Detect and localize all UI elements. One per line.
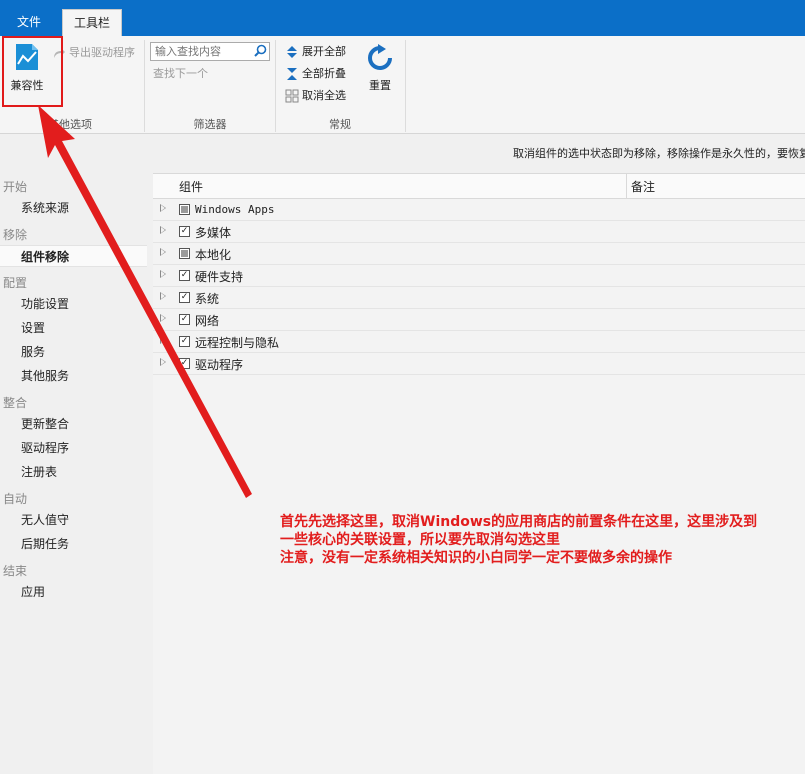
- group-label-other: 其他选项: [48, 118, 92, 131]
- expand-arrow-icon[interactable]: [160, 226, 166, 234]
- reset-label: 重置: [369, 79, 391, 92]
- table-row[interactable]: ✓ 远程控制与隐私: [153, 331, 805, 353]
- collapse-all-icon: [287, 68, 297, 80]
- tab-toolbar[interactable]: 工具栏: [62, 9, 122, 36]
- annotation-line: 注意，没有一定系统相关知识的小白同学一定不要做多余的操作: [280, 550, 672, 566]
- nav-item-update-integration[interactable]: 更新整合: [21, 413, 69, 435]
- nav-item-settings[interactable]: 设置: [21, 317, 45, 339]
- nav-item-drivers[interactable]: 驱动程序: [21, 437, 69, 459]
- component-name: 多媒体: [195, 226, 232, 240]
- nav-item-post-tasks[interactable]: 后期任务: [21, 533, 69, 555]
- search-icon[interactable]: [254, 44, 267, 57]
- refresh-icon: [368, 44, 392, 70]
- expand-all-button[interactable]: 展开全部: [285, 42, 346, 62]
- expand-arrow-icon[interactable]: [160, 204, 166, 212]
- expand-arrow-icon[interactable]: [160, 270, 166, 278]
- table-row[interactable]: ✓ 系统: [153, 287, 805, 309]
- checkbox-checked[interactable]: ✓: [179, 226, 190, 237]
- info-text: 取消组件的选中状态即为移除，移除操作是永久性的，要恢复: [513, 147, 805, 160]
- checkbox-checked[interactable]: ✓: [179, 270, 190, 281]
- group-separator: [144, 40, 145, 132]
- component-name: 远程控制与隐私: [195, 336, 280, 350]
- component-name: 网络: [195, 314, 220, 328]
- table-row[interactable]: Windows Apps: [153, 199, 805, 221]
- checkbox-partial[interactable]: [179, 204, 190, 215]
- table-row[interactable]: ✓ 驱动程序: [153, 353, 805, 375]
- checkbox-checked[interactable]: ✓: [179, 358, 190, 369]
- expand-arrow-icon[interactable]: [160, 358, 166, 366]
- checkbox-checked[interactable]: ✓: [179, 292, 190, 303]
- nav-item-other-services[interactable]: 其他服务: [21, 365, 69, 387]
- group-separator: [405, 40, 406, 132]
- deselect-all-icon: [285, 89, 299, 103]
- nav-item-apply[interactable]: 应用: [21, 581, 45, 603]
- column-separator[interactable]: [626, 173, 627, 199]
- group-label-filter: 筛选器: [193, 118, 227, 131]
- table-row[interactable]: ✓ 多媒体: [153, 221, 805, 243]
- expand-arrow-icon[interactable]: [160, 292, 166, 300]
- expand-all-label: 展开全部: [302, 45, 346, 58]
- nav-section-start: 开始: [3, 180, 28, 194]
- nav-item-component-removal[interactable]: 组件移除: [0, 245, 147, 267]
- nav-section-finish: 结束: [3, 564, 28, 578]
- highlight-box: [2, 36, 63, 107]
- deselect-all-button[interactable]: 取消全选: [285, 86, 346, 106]
- nav-section-config: 配置: [3, 276, 28, 290]
- collapse-all-label: 全部折叠: [302, 67, 346, 80]
- component-name: 硬件支持: [195, 270, 244, 284]
- list-header: 组件 备注: [153, 173, 805, 199]
- ribbon-panel: 兼容性 导出驱动程序 其他选项 查找下一个 筛选器 展开全部 全部折叠 取消全选: [0, 36, 805, 134]
- table-row[interactable]: ✓ 网络: [153, 309, 805, 331]
- nav-section-integrate: 整合: [3, 396, 28, 410]
- expand-arrow-icon[interactable]: [160, 336, 166, 344]
- find-next-button[interactable]: 查找下一个: [153, 64, 208, 84]
- deselect-all-label: 取消全选: [302, 89, 346, 102]
- nav-section-remove: 移除: [3, 228, 28, 242]
- expand-all-icon: [287, 46, 297, 58]
- search-input[interactable]: [150, 42, 270, 61]
- component-name: 驱动程序: [195, 358, 244, 372]
- tab-file[interactable]: 文件: [0, 9, 58, 36]
- nav-item-unattended[interactable]: 无人值守: [21, 509, 69, 531]
- table-row[interactable]: 本地化: [153, 243, 805, 265]
- nav-item-system-source[interactable]: 系统来源: [21, 197, 69, 219]
- reset-button[interactable]: 重置: [362, 44, 398, 93]
- annotation-line: 一些核心的关联设置，所以要先取消勾选这里: [280, 532, 560, 548]
- component-name: Windows Apps: [195, 203, 275, 216]
- nav-item-feature-settings[interactable]: 功能设置: [21, 293, 69, 315]
- table-row[interactable]: ✓ 硬件支持: [153, 265, 805, 287]
- group-label-general: 常规: [329, 118, 351, 131]
- column-header-notes[interactable]: 备注: [631, 174, 655, 200]
- annotation-line: 首先先选择这里，取消Windows的应用商店的前置条件在这里，这里涉及到: [280, 514, 758, 530]
- collapse-all-button[interactable]: 全部折叠: [285, 64, 346, 84]
- expand-arrow-icon[interactable]: [160, 248, 166, 256]
- checkbox-checked[interactable]: ✓: [179, 314, 190, 325]
- checkbox-checked[interactable]: ✓: [179, 336, 190, 347]
- component-name: 本地化: [195, 248, 232, 262]
- column-header-component[interactable]: 组件: [179, 174, 203, 200]
- nav-section-auto: 自动: [3, 492, 28, 506]
- nav-item-registry[interactable]: 注册表: [21, 461, 57, 483]
- group-separator: [275, 40, 276, 132]
- expand-arrow-icon[interactable]: [160, 314, 166, 322]
- component-name: 系统: [195, 292, 220, 306]
- nav-item-services[interactable]: 服务: [21, 341, 45, 363]
- export-drivers-button[interactable]: 导出驱动程序: [52, 43, 135, 63]
- checkbox-partial[interactable]: [179, 248, 190, 259]
- export-drivers-label: 导出驱动程序: [69, 46, 135, 59]
- annotation-text: 首先先选择这里，取消Windows的应用商店的前置条件在这里，这里涉及到 一些核…: [280, 513, 800, 567]
